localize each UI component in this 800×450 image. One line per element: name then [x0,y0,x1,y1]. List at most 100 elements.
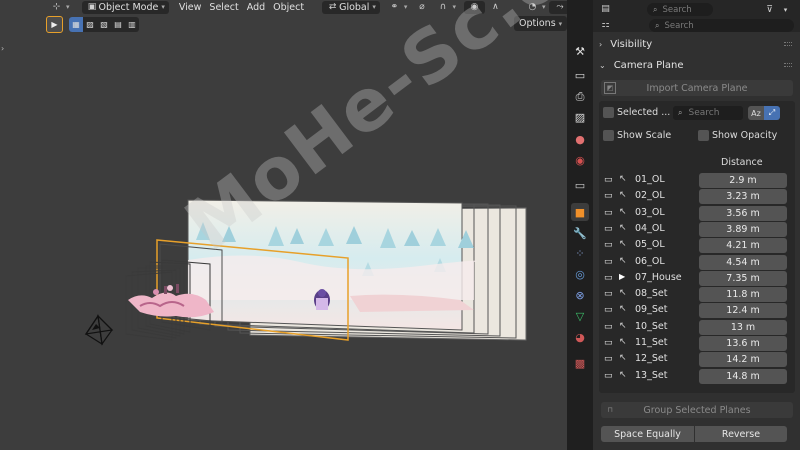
data-tab-icon[interactable]: ▽ [571,307,589,325]
plane-row[interactable]: ▭ ↖ 01_OL 2.9 m [601,173,787,188]
physics-tab-icon[interactable]: ◎ [571,265,589,283]
plane-distance-field[interactable]: 2.9 m [699,173,787,188]
reverse-button[interactable]: Reverse [695,426,787,442]
monitor-icon[interactable]: ▭ [604,371,613,381]
select-cursor-icon[interactable]: ↖ [619,321,627,331]
monitor-icon[interactable]: ▭ [604,273,613,283]
properties-search[interactable]: ⌕ Search [649,19,794,32]
show-opacity-checkbox[interactable] [698,130,709,141]
select-cursor-icon[interactable]: ↖ [619,174,627,184]
plane-distance-field[interactable]: 3.23 m [699,189,787,205]
properties-search-top[interactable]: ⌕ Search [647,3,713,16]
select-cursor-icon[interactable]: ↖ [619,288,627,298]
plane-distance-field[interactable]: 4.54 m [699,254,787,270]
plane-row[interactable]: ▭ ↖ 08_Set 11.8 m [601,287,787,303]
visibility-label: Visibility [610,38,653,50]
object-tab-icon[interactable]: ■ [571,203,589,221]
plane-row[interactable]: ▭ ↖ 03_OL 3.56 m [601,205,787,221]
reverse-label: Reverse [721,428,761,440]
import-camera-plane-button[interactable]: ◩ Import Camera Plane [601,80,793,96]
plane-distance-field[interactable]: 13.6 m [699,336,787,351]
drag-grip-icon[interactable] [784,42,792,46]
plane-row[interactable]: ▭ ↖ 06_OL 4.54 m [601,254,787,270]
cursor-arrow-icon[interactable]: ▶ [619,272,625,281]
collection-tab-icon[interactable]: ▭ [571,176,589,194]
az-label: Az [751,108,761,118]
camera-object[interactable] [84,314,114,346]
properties-context-icon[interactable]: ⚏ [599,18,612,31]
list-filter-search[interactable]: ⌕ Search [673,106,743,120]
plane-row[interactable]: ▭ ↖ 05_OL 4.21 m [601,238,787,254]
particles-tab-icon[interactable]: ⁘ [571,244,589,262]
plane-row[interactable]: ▭ ↖ 09_Set 12.4 m [601,303,787,319]
filter-icon[interactable]: ⊽ [763,3,776,16]
visibility-panel-header[interactable]: › Visibility [593,34,800,54]
monitor-icon[interactable]: ▭ [604,191,613,201]
plane-row[interactable]: ▭ ↖ 02_OL 3.23 m [601,189,787,205]
plane-row[interactable]: ▭ ↖ 12_Set 14.2 m [601,352,787,368]
monitor-icon[interactable]: ▭ [604,175,613,185]
view-layer-tab-icon[interactable]: ▨ [571,108,589,126]
plane-row[interactable]: ▭ ↖ 11_Set 13.6 m [601,336,787,351]
search-icon: ⌕ [655,20,660,30]
select-cursor-icon[interactable]: ↖ [619,190,627,200]
plane-distance-field[interactable]: 12.4 m [699,303,787,319]
world-tab-icon[interactable]: ◉ [571,151,589,169]
plane-row[interactable]: ▭ ▶ 07_House 7.35 m [601,270,787,286]
select-cursor-icon[interactable]: ↖ [619,337,627,347]
material-tab-icon[interactable]: ◕ [571,328,589,346]
plane-distance-field[interactable]: 3.89 m [699,221,787,237]
show-scale-checkbox[interactable] [603,130,614,141]
properties-tab-strip: ⚒ ▭ ⎙ ▨ ● ◉ ▭ ■ 🔧 ⁘ ◎ ⊗ ▽ ◕ ▩ [567,0,593,450]
plane-distance-field[interactable]: 7.35 m [699,270,787,286]
monitor-icon[interactable]: ▭ [604,289,613,299]
plane-name: 12_Set [635,353,668,365]
plane-distance-field[interactable]: 14.2 m [699,352,787,368]
group-selected-planes-button[interactable]: ⊓ Group Selected Planes [601,402,793,418]
monitor-icon[interactable]: ▭ [604,257,613,267]
constraints-tab-icon[interactable]: ⊗ [571,286,589,304]
monitor-icon[interactable]: ▭ [604,338,613,348]
sort-alphabetical-button[interactable]: Az [748,106,764,120]
options-chevron-icon[interactable]: ▾ [779,3,792,16]
tool-settings-tab-icon[interactable]: ⚒ [571,42,589,60]
plane-distance-field[interactable]: 14.8 m [699,368,787,384]
plane-name: 11_Set [635,337,668,348]
select-cursor-icon[interactable]: ↖ [619,370,627,380]
select-cursor-icon[interactable]: ↖ [619,353,627,363]
texture-tab-icon[interactable]: ▩ [571,354,589,372]
space-equally-button[interactable]: Space Equally [601,426,694,442]
monitor-icon[interactable]: ▭ [604,224,613,234]
plane-name: 02_OL [635,190,665,202]
drag-grip-icon[interactable] [784,63,792,67]
plane-row[interactable]: ▭ ↖ 10_Set 13 m [601,319,787,335]
select-cursor-icon[interactable]: ↖ [619,239,627,249]
plane-distance-field[interactable]: 11.8 m [699,287,787,303]
select-cursor-icon[interactable]: ↖ [619,304,627,314]
modifier-tab-icon[interactable]: 🔧 [571,224,589,242]
select-cursor-icon[interactable]: ↖ [619,207,627,217]
sort-reverse-button[interactable]: ⤢ [764,106,780,120]
plane-distance-field[interactable]: 4.21 m [699,238,787,254]
properties-editor-icon[interactable]: ▤ [599,2,612,15]
monitor-icon[interactable]: ▭ [604,240,613,250]
plane-distance-field[interactable]: 3.56 m [699,205,787,221]
plane-row[interactable]: ▭ ↖ 13_Set 14.8 m [601,368,787,384]
render-tab-icon[interactable]: ▭ [571,66,589,84]
plane-distance-field[interactable]: 13 m [699,319,787,335]
select-cursor-icon[interactable]: ↖ [619,256,627,266]
camera-plane-panel-header[interactable]: ⌄ Camera Plane [593,55,800,75]
plane-name: 01_OL [635,174,665,185]
select-cursor-icon[interactable]: ↖ [619,223,627,233]
selected-only-checkbox[interactable] [603,107,614,118]
output-tab-icon[interactable]: ⎙ [571,88,589,106]
3d-viewport[interactable]: ⊹ ▾ ▣ Object Mode ▾ View Select Add Objec… [0,0,567,450]
monitor-icon[interactable]: ▭ [604,208,613,218]
monitor-icon[interactable]: ▭ [604,305,613,315]
plane-row[interactable]: ▭ ↖ 04_OL 3.89 m [601,221,787,237]
distance-column-header: Distance [721,157,763,168]
monitor-icon[interactable]: ▭ [604,354,613,364]
scene-tab-icon[interactable]: ● [571,130,589,148]
monitor-icon[interactable]: ▭ [604,322,613,332]
sort-arrows-icon: ⤢ [768,108,776,117]
